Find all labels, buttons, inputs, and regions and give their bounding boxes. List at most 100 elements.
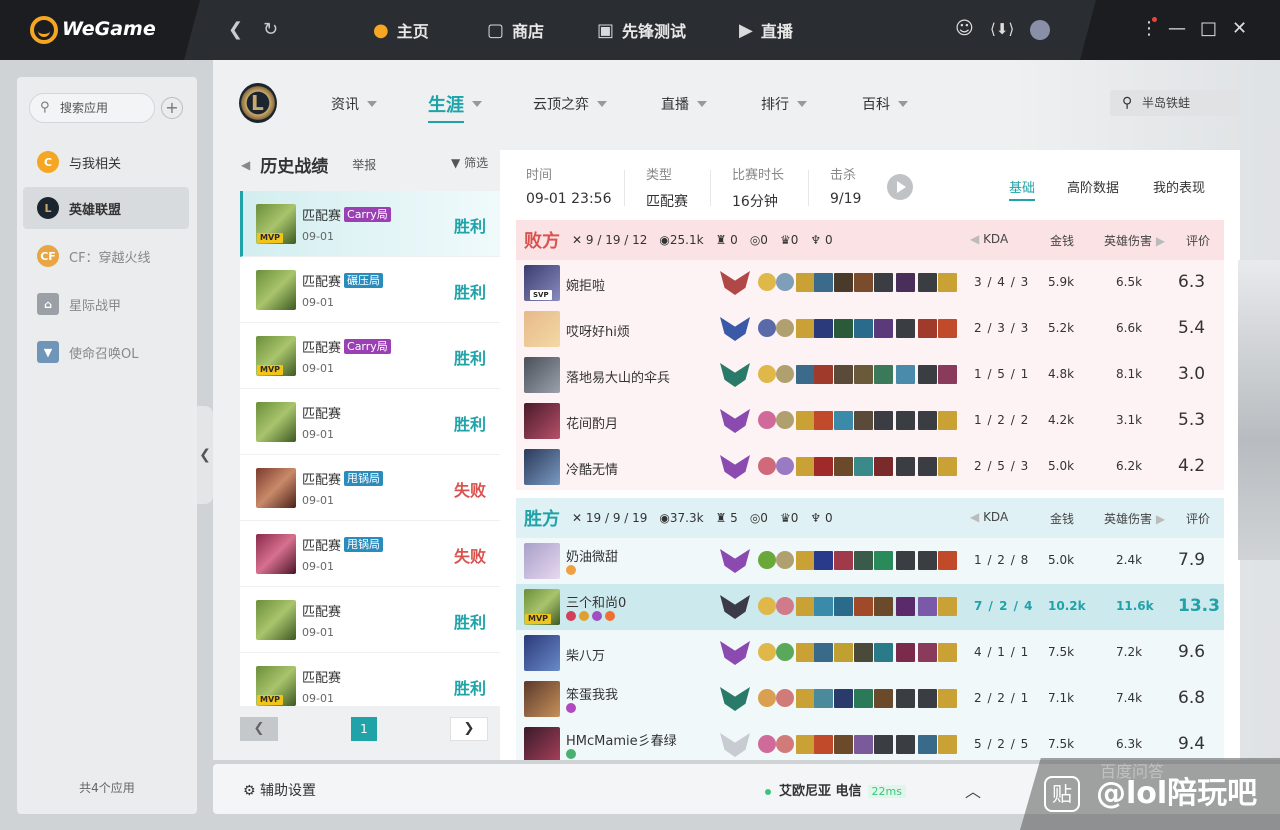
item-icon — [938, 273, 957, 292]
item-icon — [938, 689, 957, 708]
champion-avatar: MVP — [256, 665, 296, 706]
rune-icon — [776, 735, 794, 753]
player-row[interactable]: 哎呀好hi烦 2 / 3 / 3 5.2k 6.6k 5.4 — [516, 306, 1224, 352]
item-icon — [854, 597, 873, 616]
sidebar-item-related[interactable]: C 与我相关 — [23, 141, 189, 183]
player-row[interactable]: SVP 婉拒啦 3 / 4 / 3 5.9k 6.5k 6.3 — [516, 260, 1224, 306]
item-icon — [918, 319, 937, 338]
player-row-self[interactable]: MVP 三个和尚0 7 / 2 / 4 10.2k 11.6k 13.3 — [516, 584, 1224, 630]
subnav-news[interactable]: 资讯 — [331, 94, 377, 114]
honor-badge-icon — [605, 611, 615, 621]
rune-icon — [758, 643, 776, 661]
item-icon — [814, 551, 833, 570]
app-search-input[interactable]: ⚲ 搜索应用 — [29, 93, 155, 123]
player-row[interactable]: 花间酌月 1 / 2 / 2 4.2k 3.1k 5.3 — [516, 398, 1224, 444]
item-icon — [814, 735, 833, 754]
refresh-icon[interactable]: ↻ — [263, 18, 278, 42]
add-app-button[interactable]: + — [161, 97, 183, 119]
player-row[interactable]: 笨蛋我我 2 / 2 / 1 7.1k 7.4k 6.8 — [516, 676, 1224, 722]
player-row[interactable]: 落地易大山的伞兵 1 / 5 / 1 4.8k 8.1k 3.0 — [516, 352, 1224, 398]
rune-icon — [758, 689, 776, 707]
report-link[interactable]: 举报 — [352, 156, 376, 173]
player-row[interactable]: 奶油微甜 1 / 2 / 8 5.0k 2.4k 7.9 — [516, 538, 1224, 584]
champion-avatar — [256, 599, 296, 640]
item-icon — [854, 689, 873, 708]
player-row[interactable]: 冷酷无情 2 / 5 / 3 5.0k 6.2k 4.2 — [516, 444, 1224, 490]
item-icon — [874, 457, 893, 476]
player-row[interactable]: HMcMamie彡春绿 5 / 2 / 5 7.5k 6.3k 9.4 — [516, 722, 1224, 760]
item-icon — [874, 365, 893, 384]
caret-right-icon[interactable]: ▶ — [1156, 234, 1165, 248]
item-icon — [796, 643, 815, 662]
avatar[interactable] — [1030, 20, 1050, 40]
sidebar-item-cod[interactable]: ▼ 使命召唤OL — [23, 331, 189, 373]
topnav-test[interactable]: ▣ 先锋测试 — [597, 18, 686, 42]
rank-emblem-icon — [720, 317, 750, 341]
test-icon: ▣ — [597, 19, 615, 41]
item-icon — [834, 411, 853, 430]
summoner-search-input[interactable]: ⚲ 半岛铁蛙 — [1110, 90, 1240, 116]
topnav-home[interactable]: ● 主页 — [373, 18, 429, 42]
caret-right-icon[interactable]: ▶ — [1156, 512, 1165, 526]
page-number[interactable]: 1 — [351, 717, 377, 741]
chevron-down-icon — [367, 101, 377, 107]
item-icon — [814, 457, 833, 476]
item-icon — [854, 643, 873, 662]
chevron-up-icon[interactable]: ︿ — [965, 778, 981, 802]
close-icon[interactable]: ✕ — [1232, 16, 1247, 42]
collapse-sidebar-button[interactable]: ❮ — [197, 406, 213, 504]
minimize-icon[interactable]: — — [1168, 16, 1186, 42]
match-item[interactable]: 匹配赛 碾压局 09-01 胜利 — [240, 257, 500, 323]
match-item[interactable]: 匹配赛 甩锅局 09-01 失败 — [240, 455, 500, 521]
tab-advanced[interactable]: 高阶数据 — [1067, 177, 1119, 196]
subnav-wiki[interactable]: 百科 — [862, 94, 908, 114]
rune-icon — [758, 319, 776, 337]
assist-settings-button[interactable]: ⚙ 辅助设置 — [243, 780, 316, 800]
tab-basic[interactable]: 基础 — [1009, 177, 1036, 201]
filter-button[interactable]: ▼ 筛选 — [451, 154, 488, 171]
subnav-tft[interactable]: 云顶之弈 — [533, 94, 607, 114]
caret-left-icon[interactable]: ◀ — [970, 232, 979, 246]
server-status[interactable]: 艾欧尼亚 电信 22ms — [765, 780, 906, 799]
sidebar-item-cf[interactable]: CF CF：穿越火线 — [23, 235, 189, 277]
match-item[interactable]: MVP 匹配赛 Carry局 09-01 胜利 — [240, 323, 500, 389]
match-detail-panel: 时间 09-01 23:56 类型 匹配赛 比赛时长 16分钟 击杀 9/19 基础 高… — [500, 150, 1240, 760]
sidebar-item-warframe[interactable]: ⌂ 星际战甲 — [23, 283, 189, 325]
maximize-icon[interactable]: □ — [1200, 16, 1217, 42]
caret-left-icon[interactable]: ◀ — [970, 510, 979, 524]
match-item[interactable]: 匹配赛 甩锅局 09-01 失败 — [240, 521, 500, 587]
player-row[interactable]: 柴八万 4 / 1 / 1 7.5k 7.2k 9.6 — [516, 630, 1224, 676]
match-item[interactable]: MVP 匹配赛 09-01 胜利 — [240, 653, 500, 706]
honor-badge-icon — [566, 611, 576, 621]
sidebar-item-lol[interactable]: L 英雄联盟 — [23, 187, 189, 229]
download-icon[interactable]: ⟨⬇⟩ — [990, 16, 1014, 42]
item-icon — [796, 365, 815, 384]
rank-emblem-icon — [720, 271, 750, 295]
item-icon — [834, 365, 853, 384]
subnav-career[interactable]: 生涯 — [428, 91, 482, 123]
item-icon — [896, 689, 915, 708]
back-arrow-icon[interactable]: ◀ — [241, 158, 250, 172]
subnav-live[interactable]: 直播 — [661, 94, 707, 114]
match-item[interactable]: 匹配赛 09-01 胜利 — [240, 587, 500, 653]
prev-page-button[interactable]: ❮ — [240, 717, 278, 741]
lol-main-panel: L 资讯 生涯 云顶之弈 直播 排行 百科 ⚲ 半岛铁蛙 ◀ 历史战绩 举报 ▼… — [213, 60, 1280, 760]
next-page-button[interactable]: ❯ — [450, 717, 488, 741]
match-item[interactable]: MVP 匹配赛 Carry局 09-01 胜利 — [240, 191, 500, 257]
match-item[interactable]: 匹配赛 09-01 胜利 — [240, 389, 500, 455]
rune-icon — [776, 273, 794, 291]
champion-avatar — [524, 357, 560, 393]
back-icon[interactable]: ❮ — [228, 18, 243, 42]
match-result: 失败 — [453, 547, 486, 566]
item-icon — [896, 643, 915, 662]
replay-play-icon[interactable] — [887, 174, 913, 200]
topnav-live[interactable]: ▶ 直播 — [739, 18, 793, 42]
item-icon — [938, 551, 957, 570]
match-kills: 9/19 — [830, 191, 862, 207]
subnav-rank[interactable]: 排行 — [761, 94, 807, 114]
champion-avatar — [524, 681, 560, 717]
tab-my-performance[interactable]: 我的表现 — [1153, 177, 1205, 196]
champion-avatar — [524, 727, 560, 760]
friends-icon[interactable]: ☺ — [955, 16, 974, 42]
topnav-store[interactable]: ▢ 商店 — [487, 18, 544, 42]
